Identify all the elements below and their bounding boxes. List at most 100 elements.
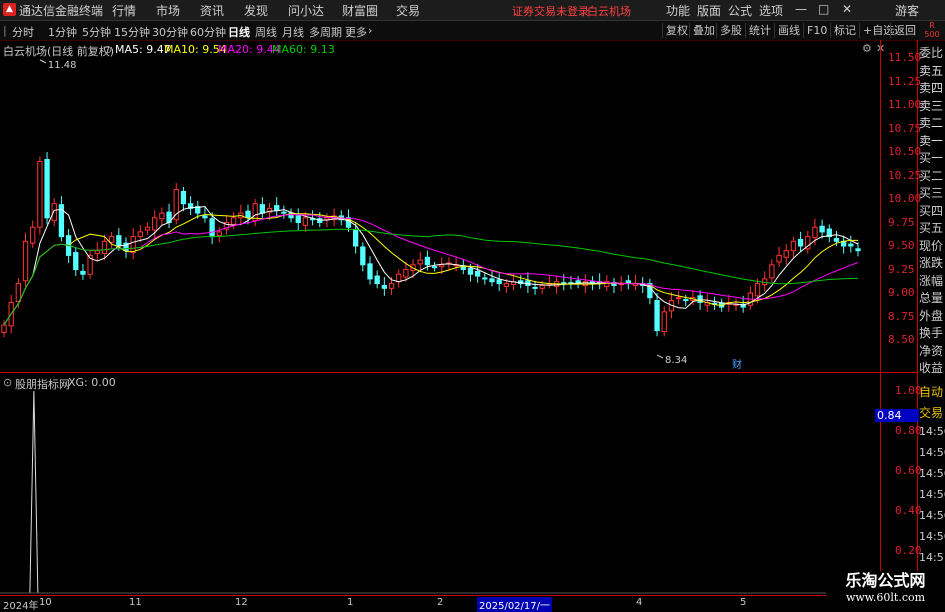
candle-body bbox=[130, 236, 136, 254]
tick-time: 14:56 bbox=[919, 467, 945, 480]
candle-body bbox=[797, 238, 804, 247]
trade-label[interactable]: 自动 bbox=[919, 383, 945, 400]
menu-ask[interactable]: 问小达 bbox=[288, 2, 324, 19]
overlay-button[interactable]: 叠加 bbox=[689, 23, 718, 38]
date-cursor: 2025/02/17/一 bbox=[477, 597, 553, 612]
candle-body bbox=[582, 281, 588, 286]
candle-body bbox=[44, 159, 50, 219]
tab-monthly[interactable]: 月线 bbox=[282, 24, 304, 40]
candle-body bbox=[1, 324, 7, 333]
price-tick-label: 11.00 bbox=[888, 98, 922, 111]
draw-line-button[interactable]: 画线 bbox=[774, 23, 803, 38]
date-may: 5 bbox=[740, 597, 747, 608]
minimize-icon[interactable]: — bbox=[795, 2, 807, 16]
tick-time: 14:56 bbox=[919, 509, 945, 522]
quote-label: 涨幅 bbox=[919, 273, 944, 288]
menu-discover[interactable]: 发现 bbox=[244, 2, 268, 19]
quote-label: 买五 bbox=[919, 221, 944, 235]
high-annotation: 11.48 bbox=[48, 60, 77, 71]
menu-layout[interactable]: 版面 bbox=[697, 2, 721, 19]
candle-body bbox=[180, 190, 187, 205]
high-annotation-pointer bbox=[39, 59, 47, 64]
menu-market[interactable]: 市场 bbox=[156, 2, 180, 19]
price-tick-label: 10.00 bbox=[888, 192, 922, 205]
candle-body bbox=[15, 283, 22, 302]
stats-button[interactable]: 统计 bbox=[745, 23, 774, 38]
candle-body bbox=[209, 218, 215, 238]
tab-15min[interactable]: 15分钟 bbox=[114, 24, 150, 40]
price-tick-label: 11.25 bbox=[888, 74, 922, 88]
tab-60min[interactable]: 60分钟 bbox=[190, 24, 226, 40]
menu-function[interactable]: 功能 bbox=[666, 2, 690, 19]
candle-body bbox=[295, 215, 301, 223]
price-tick-label: 11.50 bbox=[888, 51, 922, 64]
candle-body bbox=[431, 266, 438, 269]
guest-label[interactable]: 游客 bbox=[895, 2, 919, 19]
candle-body bbox=[812, 226, 818, 239]
indicator-tick-label: 0.20 bbox=[895, 544, 922, 557]
tab-30min[interactable]: 30分钟 bbox=[152, 24, 188, 40]
menu-options[interactable]: 选项 bbox=[759, 2, 783, 19]
tab-more[interactable]: 更多 bbox=[345, 24, 367, 40]
candle-body bbox=[489, 278, 495, 283]
menu-wealth[interactable]: 财富圈 bbox=[342, 2, 378, 19]
candle-body bbox=[762, 278, 768, 286]
tab-1min[interactable]: 1分钟 bbox=[48, 24, 77, 40]
price-tick-label: 9.00 bbox=[888, 286, 915, 299]
tick-time: 14:56 bbox=[919, 488, 945, 501]
close-icon[interactable]: ✕ bbox=[842, 2, 852, 16]
tab-5min[interactable]: 5分钟 bbox=[82, 24, 111, 40]
menu-formula[interactable]: 公式 bbox=[728, 2, 752, 19]
tick-time: 14:56 bbox=[919, 425, 945, 438]
tick-time: 14:5 bbox=[919, 551, 944, 564]
ma20-line bbox=[3, 214, 859, 326]
candle-body bbox=[754, 283, 761, 297]
candle-body bbox=[482, 277, 488, 280]
candle-body bbox=[654, 300, 660, 332]
back-button[interactable]: 返回 bbox=[890, 23, 919, 38]
date-dec: 12 bbox=[235, 597, 248, 608]
tab-daily[interactable]: 日线 bbox=[228, 24, 250, 40]
tab-fenshi[interactable]: 分时 bbox=[12, 24, 34, 40]
multi-stock-button[interactable]: 多股 bbox=[716, 23, 745, 38]
candle-body bbox=[439, 264, 445, 268]
stock-name: 白云机场 bbox=[587, 5, 631, 18]
menu-trade[interactable]: 交易 bbox=[396, 2, 420, 19]
quote-label: 现价 bbox=[919, 238, 944, 253]
login-notice[interactable]: 证券交易未登录 bbox=[512, 3, 589, 19]
indicator-chart[interactable] bbox=[0, 373, 880, 595]
menu-news[interactable]: 资讯 bbox=[200, 2, 224, 19]
candle-body bbox=[532, 286, 538, 289]
candle-body bbox=[80, 270, 86, 275]
chevron-right-icon[interactable]: › bbox=[368, 24, 372, 37]
candle-body bbox=[101, 240, 108, 255]
trade-label[interactable]: 交易 bbox=[919, 404, 945, 421]
watermark-title: 乐淘公式网 bbox=[845, 571, 926, 590]
price-tick-label: 10.75 bbox=[888, 121, 922, 135]
quote-label: 卖四 bbox=[919, 81, 944, 95]
xg-signal-spike bbox=[29, 390, 39, 594]
app-logo-icon: ▲ bbox=[3, 3, 16, 16]
price-axis-line bbox=[880, 40, 881, 597]
watermark-url: www.60lt.com bbox=[845, 591, 926, 604]
candlestick-chart[interactable]: 11.48 8.34 财 bbox=[0, 40, 880, 375]
candle-body bbox=[776, 254, 782, 263]
mark-button[interactable]: 标记 bbox=[830, 23, 859, 38]
quote-label: 净资 bbox=[919, 343, 944, 358]
adjust-button[interactable]: 复权 bbox=[662, 23, 691, 38]
price-tick-label: 9.75 bbox=[888, 215, 915, 229]
menu-bar: ▲ 通达信金融终端 行情 市场 资讯 发现 问小达 财富圈 交易 证券交易未登录… bbox=[0, 0, 945, 21]
restore-icon[interactable]: □ bbox=[818, 2, 829, 16]
candle-body bbox=[374, 275, 380, 285]
quote-label: 买四 bbox=[919, 203, 944, 218]
date-nov: 11 bbox=[129, 597, 142, 608]
candle-body bbox=[424, 256, 431, 266]
candle-body bbox=[51, 203, 57, 222]
candle-body bbox=[367, 263, 373, 280]
indicator-tick-label: 1.00 bbox=[895, 384, 922, 397]
menu-hq[interactable]: 行情 bbox=[112, 2, 136, 19]
candle-body bbox=[144, 226, 151, 231]
tab-multi-period[interactable]: 多周期 bbox=[309, 24, 342, 40]
f10-button[interactable]: F10 bbox=[803, 23, 830, 38]
tab-weekly[interactable]: 周线 bbox=[255, 24, 277, 40]
